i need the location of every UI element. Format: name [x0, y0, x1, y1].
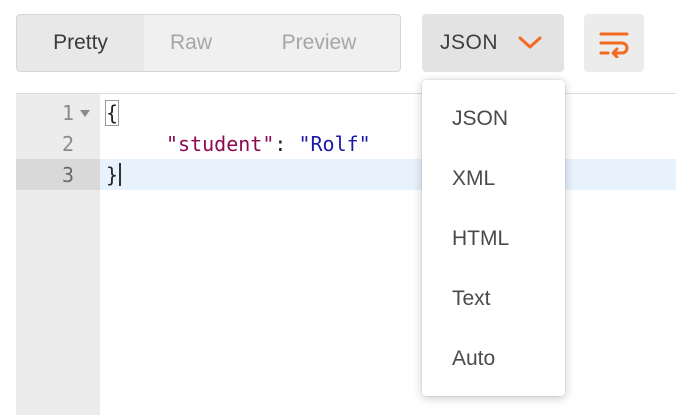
view-mode-tabs: Pretty Raw Preview: [16, 14, 401, 72]
tab-raw[interactable]: Raw: [144, 15, 238, 71]
text-cursor: [119, 163, 122, 186]
response-body-editor[interactable]: 1 2 3 { "student": "Rolf" }: [16, 93, 676, 415]
line-number: 1: [61, 101, 74, 125]
menu-item-html[interactable]: HTML: [422, 214, 565, 264]
code-line-active: }: [100, 159, 676, 190]
format-selected-label: JSON: [440, 31, 499, 54]
line-number: 2: [61, 132, 74, 156]
tab-pretty[interactable]: Pretty: [17, 15, 144, 71]
gutter-line: 3: [16, 159, 100, 190]
json-key: "student": [166, 132, 275, 156]
menu-item-auto[interactable]: Auto: [422, 334, 565, 384]
open-brace: {: [104, 100, 120, 126]
json-string-value: "Rolf": [298, 132, 371, 156]
wrap-lines-icon: [599, 32, 629, 58]
menu-item-json[interactable]: JSON: [422, 94, 565, 144]
line-number: 3: [61, 163, 74, 187]
wrap-lines-button[interactable]: [584, 14, 644, 72]
code-line: "student": "Rolf": [100, 128, 676, 159]
fold-caret-icon[interactable]: [80, 110, 90, 117]
chevron-down-icon: [518, 36, 542, 49]
format-select-button[interactable]: JSON: [422, 14, 564, 72]
gutter-line: 1: [16, 97, 100, 128]
json-colon: :: [274, 132, 299, 156]
menu-item-text[interactable]: Text: [422, 274, 565, 324]
format-dropdown-menu: JSON XML HTML Text Auto: [422, 80, 565, 396]
close-brace: }: [106, 163, 119, 187]
menu-item-xml[interactable]: XML: [422, 154, 565, 204]
tab-preview[interactable]: Preview: [238, 15, 400, 71]
gutter-line: 2: [16, 128, 100, 159]
code-line: {: [100, 97, 676, 128]
